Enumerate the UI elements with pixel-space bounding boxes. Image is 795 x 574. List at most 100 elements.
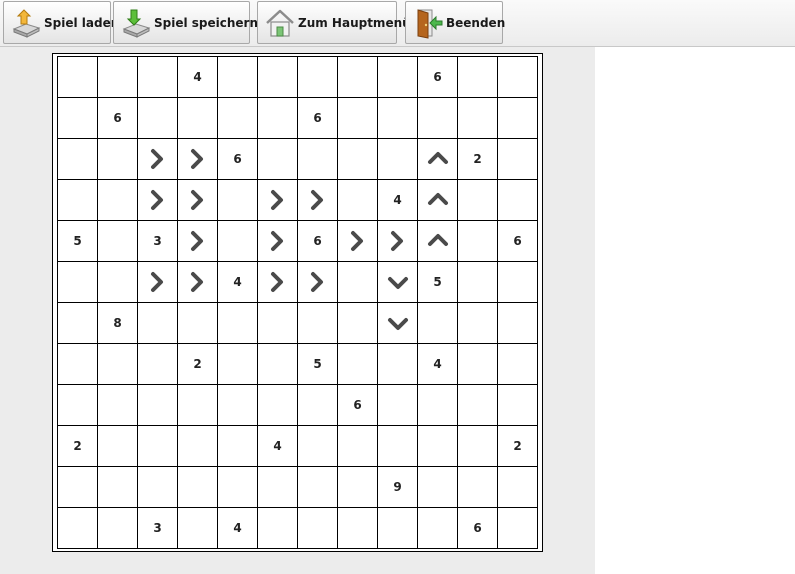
- grid-cell[interactable]: [497, 97, 538, 139]
- grid-cell[interactable]: [257, 138, 298, 180]
- grid-cell[interactable]: [257, 384, 298, 426]
- grid-cell[interactable]: [377, 56, 418, 98]
- grid-cell[interactable]: [457, 425, 498, 467]
- grid-cell[interactable]: [257, 261, 298, 303]
- grid-cell[interactable]: [417, 179, 458, 221]
- grid-cell[interactable]: [257, 97, 298, 139]
- grid-cell[interactable]: [377, 343, 418, 385]
- grid-cell[interactable]: [177, 179, 218, 221]
- grid-cell[interactable]: 4: [177, 56, 218, 98]
- grid-cell[interactable]: [337, 56, 378, 98]
- grid-cell[interactable]: [337, 507, 378, 549]
- grid-cell[interactable]: [337, 425, 378, 467]
- grid-cell[interactable]: [297, 138, 338, 180]
- grid-cell[interactable]: 4: [377, 179, 418, 221]
- grid-cell[interactable]: [297, 179, 338, 221]
- grid-cell[interactable]: [217, 425, 258, 467]
- grid-cell[interactable]: [57, 466, 98, 508]
- grid-cell[interactable]: [257, 302, 298, 344]
- load-game-button[interactable]: Spiel laden: [3, 1, 119, 44]
- grid-cell[interactable]: 6: [297, 97, 338, 139]
- grid-cell[interactable]: [97, 507, 138, 549]
- grid-cell[interactable]: 4: [217, 507, 258, 549]
- grid-cell[interactable]: [217, 56, 258, 98]
- grid-cell[interactable]: [417, 507, 458, 549]
- grid-cell[interactable]: [337, 302, 378, 344]
- grid-cell[interactable]: [57, 343, 98, 385]
- grid-cell[interactable]: [417, 97, 458, 139]
- grid-cell[interactable]: [137, 425, 178, 467]
- grid-cell[interactable]: 6: [457, 507, 498, 549]
- quit-button[interactable]: Beenden: [405, 1, 505, 44]
- grid-cell[interactable]: [97, 56, 138, 98]
- grid-cell[interactable]: [497, 507, 538, 549]
- grid-cell[interactable]: 5: [417, 261, 458, 303]
- grid-cell[interactable]: [137, 384, 178, 426]
- grid-cell[interactable]: [177, 97, 218, 139]
- grid-cell[interactable]: [217, 220, 258, 262]
- grid-cell[interactable]: [257, 343, 298, 385]
- grid-cell[interactable]: 6: [337, 384, 378, 426]
- grid-cell[interactable]: [497, 466, 538, 508]
- grid-cell[interactable]: [457, 384, 498, 426]
- grid-cell[interactable]: [417, 138, 458, 180]
- grid-cell[interactable]: [97, 261, 138, 303]
- grid-cell[interactable]: [137, 97, 178, 139]
- grid-cell[interactable]: [137, 302, 178, 344]
- grid-cell[interactable]: [177, 507, 218, 549]
- grid-cell[interactable]: [297, 261, 338, 303]
- grid-cell[interactable]: 8: [97, 302, 138, 344]
- grid-cell[interactable]: 3: [137, 507, 178, 549]
- grid-cell[interactable]: [257, 507, 298, 549]
- grid-cell[interactable]: 6: [217, 138, 258, 180]
- grid-cell[interactable]: 4: [257, 425, 298, 467]
- grid-cell[interactable]: [177, 425, 218, 467]
- grid-cell[interactable]: [297, 56, 338, 98]
- grid-cell[interactable]: [137, 56, 178, 98]
- grid-cell[interactable]: [297, 466, 338, 508]
- grid-cell[interactable]: [417, 384, 458, 426]
- grid-cell[interactable]: [97, 138, 138, 180]
- grid-cell[interactable]: [457, 97, 498, 139]
- grid-cell[interactable]: [457, 56, 498, 98]
- grid-cell[interactable]: [297, 507, 338, 549]
- grid-cell[interactable]: [257, 220, 298, 262]
- grid-cell[interactable]: [137, 179, 178, 221]
- grid-cell[interactable]: [377, 97, 418, 139]
- grid-cell[interactable]: [217, 97, 258, 139]
- grid-cell[interactable]: [177, 261, 218, 303]
- grid-cell[interactable]: [417, 302, 458, 344]
- grid-cell[interactable]: [57, 179, 98, 221]
- grid-cell[interactable]: 2: [57, 425, 98, 467]
- grid-cell[interactable]: 4: [217, 261, 258, 303]
- grid-cell[interactable]: [497, 384, 538, 426]
- grid-cell[interactable]: [337, 220, 378, 262]
- grid-cell[interactable]: [257, 466, 298, 508]
- grid-cell[interactable]: [337, 261, 378, 303]
- main-menu-button[interactable]: Zum Hauptmenü: [257, 1, 411, 44]
- grid-cell[interactable]: 5: [57, 220, 98, 262]
- grid-cell[interactable]: [97, 466, 138, 508]
- grid-cell[interactable]: [337, 97, 378, 139]
- grid-cell[interactable]: 2: [177, 343, 218, 385]
- grid-cell[interactable]: [57, 138, 98, 180]
- grid-cell[interactable]: [137, 343, 178, 385]
- grid-cell[interactable]: [337, 466, 378, 508]
- grid-cell[interactable]: [177, 466, 218, 508]
- grid-cell[interactable]: [137, 261, 178, 303]
- grid-cell[interactable]: [177, 138, 218, 180]
- grid-cell[interactable]: [257, 56, 298, 98]
- grid-cell[interactable]: [137, 138, 178, 180]
- grid-cell[interactable]: [217, 343, 258, 385]
- save-game-button[interactable]: Spiel speichern: [113, 1, 258, 44]
- grid-cell[interactable]: [377, 425, 418, 467]
- grid-cell[interactable]: [297, 302, 338, 344]
- grid-cell[interactable]: [217, 302, 258, 344]
- grid-cell[interactable]: [177, 384, 218, 426]
- grid-cell[interactable]: [337, 138, 378, 180]
- grid-cell[interactable]: [377, 220, 418, 262]
- grid-cell[interactable]: [457, 343, 498, 385]
- grid-cell[interactable]: [337, 179, 378, 221]
- grid-cell[interactable]: [57, 261, 98, 303]
- grid-cell[interactable]: [57, 97, 98, 139]
